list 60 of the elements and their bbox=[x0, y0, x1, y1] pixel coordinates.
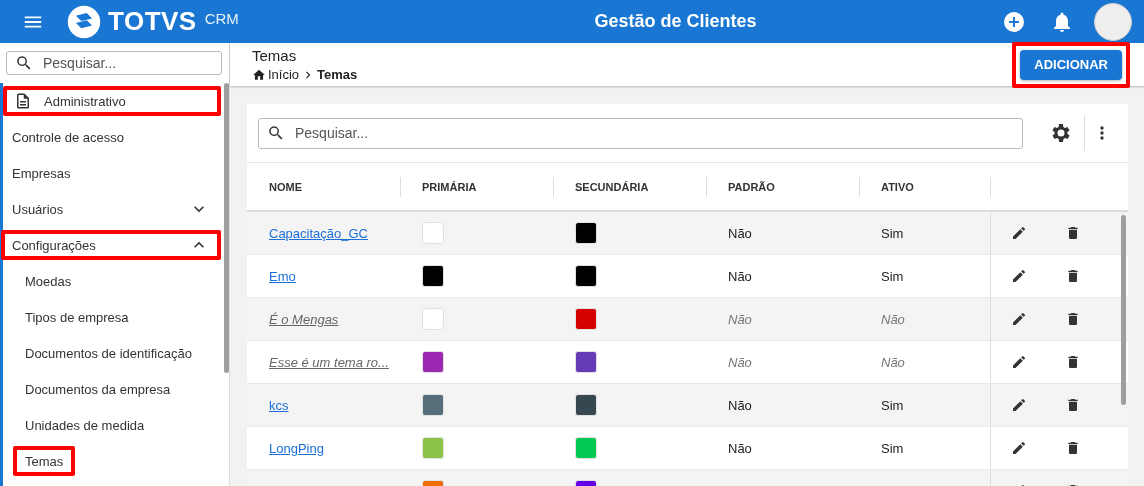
table-cell: Sim bbox=[881, 397, 904, 413]
add-button[interactable]: ADICIONAR bbox=[1020, 49, 1122, 80]
document-icon bbox=[14, 92, 32, 110]
product-name: CRM bbox=[204, 10, 239, 27]
scrollbar[interactable] bbox=[224, 83, 229, 373]
page-title: Temas bbox=[252, 47, 298, 64]
brand-name: TOTVS bbox=[108, 6, 197, 37]
sidebar-subitem[interactable]: Temas bbox=[13, 446, 76, 476]
table-cell: Sim bbox=[881, 268, 904, 284]
edit-icon[interactable] bbox=[1011, 268, 1027, 284]
column-header: NOME bbox=[247, 176, 401, 197]
sidebar-item[interactable]: Empresas bbox=[1, 158, 221, 188]
search-icon bbox=[267, 124, 285, 142]
sidebar-item[interactable]: Configurações bbox=[1, 230, 221, 260]
trash-icon[interactable] bbox=[1065, 397, 1081, 413]
sidebar-item-label: Configurações bbox=[12, 237, 97, 253]
edit-icon[interactable] bbox=[1011, 440, 1027, 456]
edit-icon[interactable] bbox=[1011, 225, 1027, 241]
avatar[interactable] bbox=[1094, 2, 1132, 41]
scrollbar[interactable] bbox=[1121, 215, 1126, 405]
sidebar-section-label: Administrativo bbox=[44, 93, 127, 109]
sidebar-subitem[interactable]: Documentos da empresa bbox=[13, 374, 183, 404]
sidebar-subitem[interactable]: Unidades de medida bbox=[13, 410, 157, 440]
edit-icon[interactable] bbox=[1011, 397, 1027, 413]
sidebar-item[interactable]: Usuários bbox=[1, 194, 221, 224]
column-header: PRIMÁRIA bbox=[400, 176, 554, 197]
table-cell: Não bbox=[728, 225, 752, 241]
theme-name-link[interactable]: Capacitação_GC bbox=[269, 225, 368, 241]
column-header: ATIVO bbox=[859, 176, 991, 197]
table-cell: Não bbox=[728, 354, 752, 370]
theme-name-link[interactable]: LongPing bbox=[269, 440, 324, 456]
sidebar-item-label: Usuários bbox=[12, 201, 65, 217]
app-title: Gestão de Clientes bbox=[593, 11, 758, 32]
sidebar-section[interactable]: Administrativo bbox=[3, 86, 221, 116]
sidebar-item[interactable]: Controle de acesso bbox=[1, 122, 221, 152]
breadcrumb-link[interactable]: Início bbox=[268, 67, 300, 82]
theme-name-link[interactable]: Emo bbox=[269, 268, 296, 284]
trash-icon[interactable] bbox=[1065, 225, 1081, 241]
trash-icon[interactable] bbox=[1065, 440, 1081, 456]
sidebar-subitem[interactable]: Documentos de identificação bbox=[13, 338, 204, 368]
table-cell: Sim bbox=[881, 225, 904, 241]
table-cell: Sim bbox=[881, 440, 904, 456]
theme-name-link[interactable]: kcs bbox=[269, 397, 289, 413]
sidebar-subitem[interactable]: Moedas bbox=[13, 266, 84, 296]
table-cell: Não bbox=[881, 311, 905, 327]
home-icon bbox=[252, 67, 266, 82]
table-cell: Não bbox=[728, 311, 752, 327]
table-cell: Não bbox=[728, 440, 752, 456]
search-icon bbox=[15, 54, 33, 72]
column-header: SECUNDÁRIA bbox=[553, 176, 707, 197]
table-cell: Não bbox=[728, 397, 752, 413]
add-icon[interactable] bbox=[1002, 9, 1026, 34]
logo-icon bbox=[66, 3, 102, 40]
search-field[interactable]: Pesquisar... bbox=[258, 117, 1023, 149]
sidebar-subitem[interactable]: Tipos de empresa bbox=[13, 302, 141, 332]
column-header: PADRÃO bbox=[706, 176, 860, 197]
trash-icon[interactable] bbox=[1065, 268, 1081, 284]
table-cell: Não bbox=[881, 354, 905, 370]
search-field[interactable]: Pesquisar... bbox=[6, 51, 222, 75]
table-cell: Não bbox=[728, 268, 752, 284]
